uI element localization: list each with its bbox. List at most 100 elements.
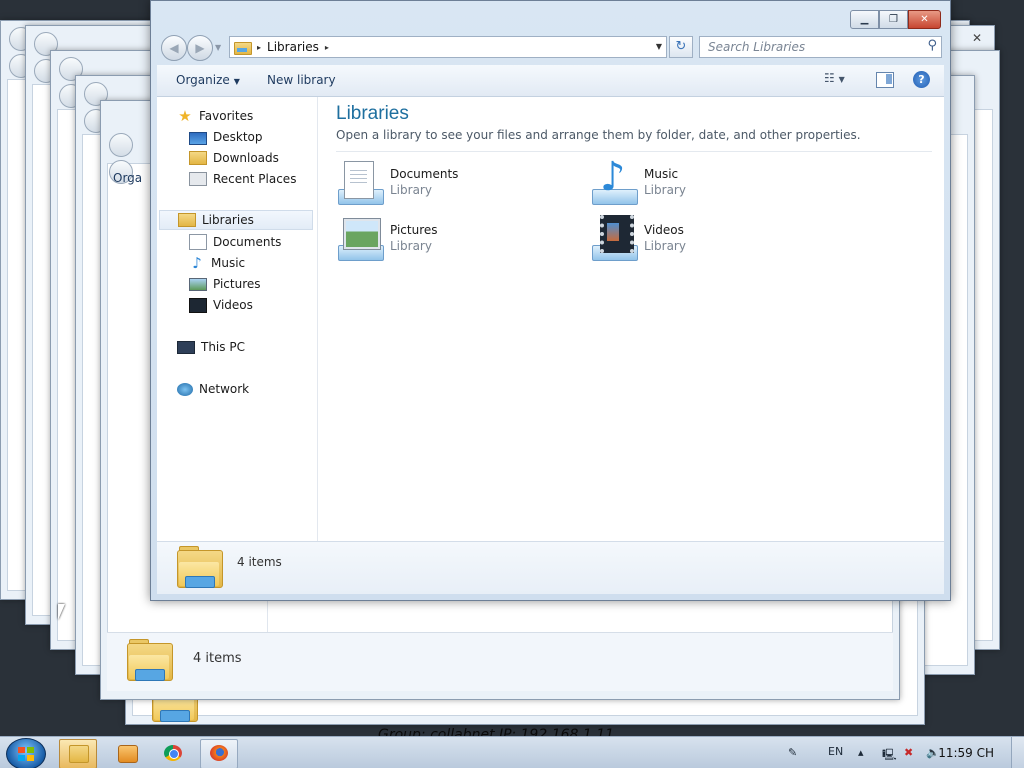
sidebar-item-documents[interactable]: Documents: [189, 232, 281, 252]
view-options-icon: ☷: [824, 71, 835, 85]
library-tile-music[interactable]: ♪ Music Library: [590, 155, 820, 209]
sidebar-item-pictures[interactable]: Pictures: [189, 274, 261, 294]
pictures-icon: [189, 277, 207, 291]
system-tray: ✎ EN ▴ 🖳 ✖ 🔈 11:59 CH: [774, 737, 1024, 768]
sidebar-item-music[interactable]: ♪ Music: [189, 253, 245, 273]
search-input[interactable]: [706, 39, 910, 55]
sidebar-item-label: Pictures: [213, 277, 261, 291]
clock[interactable]: 11:59 CH: [938, 746, 994, 760]
star-icon: ★: [178, 107, 192, 125]
libraries-view: Libraries Open a library to see your fil…: [318, 97, 944, 542]
address-dropdown-icon[interactable]: ▼: [656, 42, 662, 51]
library-tile-videos[interactable]: Videos Library: [590, 215, 820, 265]
sidebar-item-label: Music: [211, 256, 246, 270]
minimize-icon: ▁: [860, 14, 869, 25]
recent-pages-dropdown-icon[interactable]: ▼: [215, 43, 221, 52]
sidebar-item-label: Network: [199, 382, 250, 396]
breadcrumb-separator[interactable]: ▸: [257, 43, 261, 52]
navigation-bar: ◀ ▶ ▼ ▸ Libraries ▸ ▼ ↻ ⚲: [159, 35, 942, 61]
taskbar-chrome-button[interactable]: [154, 739, 192, 768]
sidebar-item-recent-places[interactable]: Recent Places: [189, 169, 296, 189]
action-center-icon[interactable]: ✎: [788, 746, 797, 759]
sidebar-item-label: Desktop: [213, 130, 263, 144]
chrome-icon: [164, 745, 182, 761]
close-button[interactable]: ✕: [908, 10, 941, 29]
maximize-button[interactable]: ❐: [879, 10, 908, 29]
network-status-icon[interactable]: 🖳: [882, 746, 897, 765]
page-title: Libraries: [336, 103, 409, 124]
command-bar: Organize ▼ New library ☷ ▼ ?: [157, 65, 944, 97]
navigation-pane: ★ Favorites Desktop Downloads Recent Pla…: [157, 97, 318, 542]
change-view-button[interactable]: ☷ ▼: [824, 71, 862, 89]
page-subtitle: Open a library to see your files and arr…: [336, 128, 861, 142]
taskbar: ✎ EN ▴ 🖳 ✖ 🔈 11:59 CH: [0, 736, 1024, 768]
minimize-button[interactable]: ▁: [850, 10, 879, 29]
library-type: Library: [644, 239, 686, 253]
sidebar-item-videos[interactable]: Videos: [189, 295, 253, 315]
sidebar-item-label: This PC: [201, 340, 245, 354]
preview-pane-button[interactable]: [876, 72, 894, 88]
music-library-icon: ♪: [590, 155, 638, 207]
organize-button[interactable]: Organize ▼: [176, 73, 240, 87]
help-button[interactable]: ?: [913, 71, 930, 88]
sidebar-item-downloads[interactable]: Downloads: [189, 148, 279, 168]
libraries-window[interactable]: ▁ ❐ ✕ ◀ ▶ ▼ ▸ Libraries ▸ ▼ ↻ ⚲ Organize…: [150, 0, 951, 601]
language-indicator[interactable]: EN: [828, 745, 843, 758]
maximize-icon: ❐: [889, 14, 898, 25]
library-tile-documents[interactable]: Documents Library: [336, 159, 566, 209]
refresh-button[interactable]: ↻: [669, 36, 693, 58]
library-type: Library: [390, 239, 432, 253]
downloads-folder-icon: [189, 151, 207, 165]
show-hidden-icons-icon[interactable]: ▴: [858, 746, 864, 759]
breadcrumb-separator[interactable]: ▸: [325, 43, 329, 52]
taskbar-firefox-button[interactable]: [200, 739, 238, 768]
sidebar-item-label: Videos: [213, 298, 253, 312]
media-player-icon: [118, 745, 138, 763]
library-type: Library: [644, 183, 686, 197]
sidebar-item-libraries[interactable]: Libraries: [159, 210, 313, 230]
library-name: Music: [644, 167, 679, 181]
sidebar-item-label: Downloads: [213, 151, 279, 165]
search-box[interactable]: ⚲: [699, 36, 942, 58]
organize-label: Organize: [176, 73, 230, 87]
divider: [336, 151, 932, 152]
new-library-button[interactable]: New library: [267, 73, 336, 87]
status-bar: 4 items: [107, 632, 893, 691]
search-icon[interactable]: ⚲: [927, 38, 937, 53]
network-error-icon[interactable]: ✖: [904, 746, 913, 759]
library-tile-pictures[interactable]: Pictures Library: [336, 215, 566, 265]
library-name: Documents: [390, 167, 459, 181]
item-count: 4 items: [237, 555, 282, 569]
show-desktop-button[interactable]: [1011, 737, 1024, 768]
firefox-icon: [210, 745, 228, 761]
organize-menu-partial[interactable]: Orga: [113, 171, 142, 185]
forward-button[interactable]: ▶: [187, 35, 213, 61]
sidebar-item-network[interactable]: Network: [177, 379, 249, 399]
library-type: Library: [390, 183, 432, 197]
help-icon: ?: [918, 73, 925, 86]
folder-icon: [127, 639, 173, 681]
sidebar-item-label: Favorites: [199, 109, 254, 123]
mouse-cursor-icon: [58, 604, 65, 620]
address-bar[interactable]: ▸ Libraries ▸ ▼: [229, 36, 667, 58]
recent-places-icon: [189, 172, 207, 186]
taskbar-explorer-button[interactable]: [59, 739, 97, 768]
close-icon: ✕: [920, 14, 929, 25]
breadcrumb-libraries[interactable]: Libraries: [267, 40, 319, 54]
sidebar-item-favorites[interactable]: ★ Favorites: [177, 106, 253, 126]
content-area: ★ Favorites Desktop Downloads Recent Pla…: [157, 97, 944, 542]
start-button[interactable]: [6, 738, 46, 768]
refresh-icon: ↻: [675, 39, 687, 54]
status-bar: 4 items: [157, 541, 944, 594]
sidebar-item-desktop[interactable]: Desktop: [189, 127, 263, 147]
back-button[interactable]: ◀: [161, 35, 187, 61]
chevron-down-icon: ▼: [838, 75, 845, 84]
close-icon[interactable]: ✕: [966, 30, 988, 46]
library-name: Pictures: [390, 223, 438, 237]
taskbar-media-player-button[interactable]: [108, 739, 146, 768]
network-icon: [177, 382, 193, 396]
sidebar-item-this-pc[interactable]: This PC: [177, 337, 245, 357]
libraries-folder-icon: [177, 546, 223, 588]
music-note-icon: ♪: [192, 254, 202, 272]
sidebar-item-label: Libraries: [202, 213, 254, 227]
